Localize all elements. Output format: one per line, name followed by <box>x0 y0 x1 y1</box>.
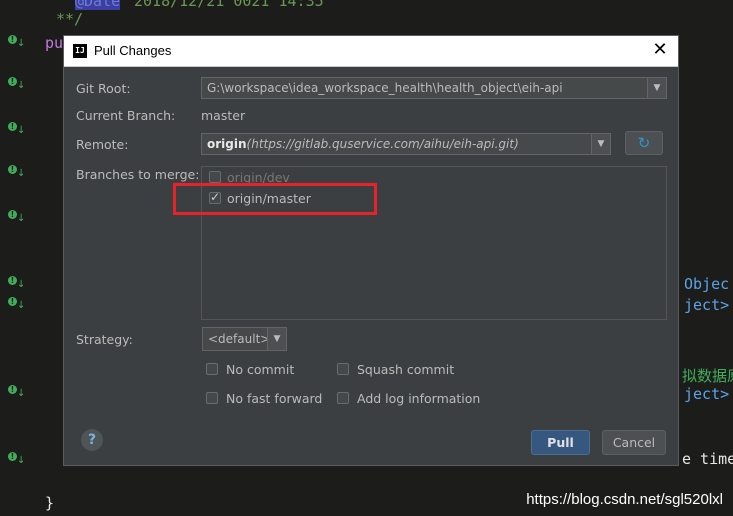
code-keyword: pu <box>45 34 64 52</box>
code-type-object: Objec <box>684 275 730 293</box>
chevron-down-icon[interactable]: ▼ <box>267 328 286 350</box>
current-branch-value: master <box>201 108 246 123</box>
override-gutter-icon[interactable]: ! ↓ <box>8 122 25 136</box>
code-type-object-3: ject> <box>684 385 730 403</box>
squash-commit-label[interactable]: Squash commit <box>357 362 454 377</box>
intellij-logo-icon: IJ <box>73 44 87 58</box>
add-log-information-label[interactable]: Add log information <box>357 391 480 406</box>
no-fast-forward-checkbox[interactable] <box>206 392 218 404</box>
current-branch-label: Current Branch: <box>76 108 176 123</box>
override-gutter-icon[interactable]: ! ↓ <box>8 297 25 311</box>
strategy-label: Strategy: <box>76 332 133 347</box>
cancel-button[interactable]: Cancel <box>602 430 666 455</box>
git-root-label: Git Root: <box>76 81 131 96</box>
no-fast-forward-label[interactable]: No fast forward <box>226 391 322 406</box>
add-log-information-checkbox[interactable] <box>337 392 349 404</box>
dialog-titlebar[interactable]: IJ Pull Changes ✕ <box>64 36 678 67</box>
help-icon: ? <box>87 432 97 448</box>
highlight-annotation-box <box>173 183 377 215</box>
remote-name: origin <box>207 137 247 151</box>
branch-checkbox-origin-dev[interactable] <box>209 171 221 183</box>
remote-url: (https://gitlab.quservice.com/aihu/eih-a… <box>246 137 519 151</box>
override-gutter-icon[interactable]: ! ↓ <box>8 165 25 179</box>
chevron-down-icon[interactable]: ▼ <box>647 78 666 98</box>
dialog-title: Pull Changes <box>94 43 172 58</box>
override-gutter-icon[interactable]: ! ↓ <box>8 276 25 290</box>
git-root-value: G:\workspace\idea_workspace_health\healt… <box>207 81 563 95</box>
code-identifier-time: e time <box>682 450 733 468</box>
strategy-value: <default> <box>208 332 271 346</box>
remote-label: Remote: <box>76 137 129 152</box>
refresh-remotes-button[interactable]: ↻ <box>625 131 663 155</box>
code-chinese-comment: 拟数据原 <box>682 367 733 385</box>
strategy-select[interactable]: <default> ▼ <box>202 327 287 351</box>
branches-to-merge-label: Branches to merge: <box>76 167 200 182</box>
override-gutter-icon[interactable]: ! ↓ <box>8 77 25 91</box>
no-commit-checkbox[interactable] <box>206 363 218 375</box>
override-gutter-icon[interactable]: ! ↓ <box>8 210 25 224</box>
close-button[interactable]: ✕ <box>650 39 670 61</box>
help-button[interactable]: ? <box>81 429 103 451</box>
remote-select[interactable]: origin(https://gitlab.quservice.com/aihu… <box>201 133 611 155</box>
refresh-icon: ↻ <box>637 134 651 152</box>
override-gutter-icon[interactable]: ! ↓ <box>8 452 25 466</box>
code-type-object-2: ject> v <box>684 296 730 314</box>
override-gutter-icon[interactable]: ! ↓ <box>8 385 25 399</box>
chevron-down-icon[interactable]: ▼ <box>591 134 610 154</box>
code-annotation: @Date <box>75 0 121 10</box>
no-commit-label[interactable]: No commit <box>226 362 294 377</box>
code-closing-brace: } <box>45 494 55 512</box>
squash-commit-checkbox[interactable] <box>337 363 349 375</box>
override-gutter-icon[interactable]: ! ↓ <box>8 35 25 49</box>
watermark-url: https://blog.csdn.net/sgl520lxl <box>526 491 723 508</box>
git-root-select[interactable]: G:\workspace\idea_workspace_health\healt… <box>201 77 667 99</box>
pull-changes-dialog: IJ Pull Changes ✕ Git Root: G:\workspace… <box>63 35 679 466</box>
pull-button[interactable]: Pull <box>531 430 590 455</box>
code-comment-end: **/ <box>56 10 84 28</box>
code-comment-date: 2018/12/21 0021 14:35 <box>134 0 324 10</box>
